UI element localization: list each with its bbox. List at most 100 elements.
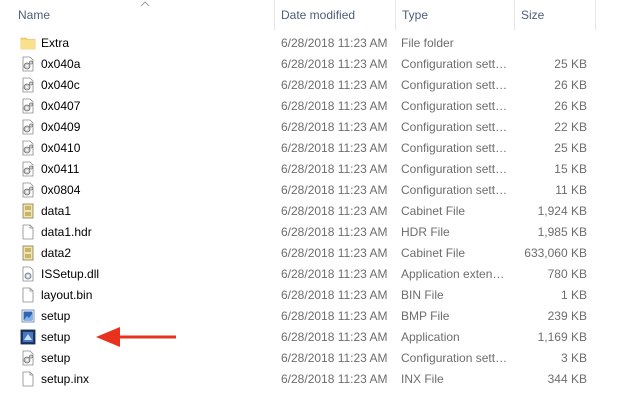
file-type: Configuration settings (401, 162, 509, 176)
config-file-icon (20, 350, 36, 366)
file-type: Configuration settings (401, 57, 509, 71)
file-size: 239 KB (547, 309, 587, 323)
file-date-modified: 6/28/2018 11:23 AM (281, 57, 388, 71)
file-size: 344 KB (547, 372, 587, 386)
file-row[interactable]: 0x040c 6/28/2018 11:23 AM Configuration se… (0, 75, 626, 96)
file-type: BIN File (401, 288, 444, 302)
file-row[interactable]: 0x0407 6/28/2018 11:23 AM Configuration se… (0, 96, 626, 117)
file-size: 3 KB (560, 351, 587, 365)
file-name: Extra (41, 36, 70, 50)
file-type: Configuration settings (401, 141, 509, 155)
config-file-icon (20, 140, 36, 156)
file-type: Configuration settings (401, 351, 509, 365)
generic-file-icon (20, 287, 36, 303)
file-date-modified: 6/28/2018 11:23 AM (281, 36, 388, 50)
generic-file-icon (20, 371, 36, 387)
file-date-modified: 6/28/2018 11:23 AM (281, 225, 388, 239)
file-size: 633,060 KB (524, 246, 587, 260)
cabinet-file-icon (20, 245, 36, 261)
file-size: 26 KB (554, 78, 587, 92)
file-size: 11 KB (555, 183, 587, 197)
file-size: 22 KB (554, 120, 587, 134)
folder-icon (20, 35, 36, 51)
file-date-modified: 6/28/2018 11:23 AM (281, 267, 388, 281)
file-row[interactable]: layout.bin 6/28/2018 11:23 AM BIN File 1 KB (0, 285, 626, 306)
column-header-type[interactable]: Type (396, 0, 514, 30)
column-header-size[interactable]: Size (515, 0, 595, 30)
file-date-modified: 6/28/2018 11:23 AM (281, 372, 388, 386)
file-name: data1.hdr (41, 225, 92, 239)
file-row[interactable]: 0x0409 6/28/2018 11:23 AM Configuration se… (0, 117, 626, 138)
file-date-modified: 6/28/2018 11:23 AM (281, 162, 388, 176)
file-name: layout.bin (41, 288, 93, 302)
file-date-modified: 6/28/2018 11:23 AM (281, 141, 388, 155)
file-size: 780 KB (547, 267, 587, 281)
file-size: 1 KB (560, 288, 587, 302)
file-type: Cabinet File (401, 204, 466, 218)
file-row[interactable]: Extra 6/28/2018 11:23 AM File folder (0, 33, 626, 54)
file-type: INX File (401, 372, 444, 386)
setup-app-icon (20, 329, 36, 345)
config-file-icon (20, 182, 36, 198)
file-name: 0x040a (41, 57, 81, 71)
file-size: 15 KB (554, 162, 587, 176)
file-row[interactable]: setup.inx 6/28/2018 11:23 AM INX File 344 K… (0, 369, 626, 390)
file-size: 26 KB (554, 99, 587, 113)
file-type: Configuration settings (401, 183, 509, 197)
file-name: data2 (41, 246, 72, 260)
file-type: Application (401, 330, 460, 344)
file-row[interactable]: data1.hdr 6/28/2018 11:23 AM HDR File 1,985… (0, 222, 626, 243)
column-header-bar: Name Date modified Type Size (0, 0, 626, 30)
file-type: Application extension (401, 267, 509, 281)
column-header-name[interactable]: Name (12, 0, 274, 30)
red-arrow-annotation (96, 327, 176, 347)
config-file-icon (20, 77, 36, 93)
file-name: ISSetup.dll (41, 267, 100, 281)
file-row[interactable]: 0x0410 6/28/2018 11:23 AM Configuration se… (0, 138, 626, 159)
file-name: setup (41, 351, 71, 365)
file-row[interactable]: 0x040a 6/28/2018 11:23 AM Configuration se… (0, 54, 626, 75)
file-row[interactable]: 0x0411 6/28/2018 11:23 AM Configuration se… (0, 159, 626, 180)
column-header-date-modified[interactable]: Date modified (275, 0, 395, 30)
file-name: setup (41, 330, 71, 344)
bmp-file-icon (20, 308, 36, 324)
file-name: data1 (41, 204, 72, 218)
config-file-icon (20, 161, 36, 177)
file-row[interactable]: data2 6/28/2018 11:23 AM Cabinet File 633,0… (0, 243, 626, 264)
file-row[interactable]: data1 6/28/2018 11:23 AM Cabinet File 1,924… (0, 201, 626, 222)
file-size: 25 KB (554, 141, 587, 155)
config-file-icon (20, 56, 36, 72)
file-date-modified: 6/28/2018 11:23 AM (281, 309, 388, 323)
file-type: Configuration settings (401, 99, 509, 113)
file-size: 1,924 KB (537, 204, 587, 218)
file-type: Configuration settings (401, 120, 509, 134)
file-row[interactable]: ISSetup.dll 6/28/2018 11:23 AM Application… (0, 264, 626, 285)
file-type: BMP File (401, 309, 450, 323)
file-name: 0x0409 (41, 120, 81, 134)
file-date-modified: 6/28/2018 11:23 AM (281, 99, 388, 113)
file-row[interactable]: setup 6/28/2018 11:23 AM Configuration set… (0, 348, 626, 369)
file-date-modified: 6/28/2018 11:23 AM (281, 246, 388, 260)
file-date-modified: 6/28/2018 11:23 AM (281, 183, 388, 197)
file-name: 0x0407 (41, 99, 81, 113)
file-date-modified: 6/28/2018 11:23 AM (281, 120, 388, 134)
config-file-icon (20, 119, 36, 135)
file-date-modified: 6/28/2018 11:23 AM (281, 78, 388, 92)
dll-file-icon (20, 266, 36, 282)
file-size: 25 KB (554, 57, 587, 71)
file-date-modified: 6/28/2018 11:23 AM (281, 330, 388, 344)
file-type: Cabinet File (401, 246, 466, 260)
cabinet-file-icon (20, 203, 36, 219)
file-name: 0x0804 (41, 183, 81, 197)
column-divider[interactable] (595, 0, 596, 30)
file-name: 0x040c (41, 78, 80, 92)
file-row[interactable]: setup 6/28/2018 11:23 AM BMP File 239 KB (0, 306, 626, 327)
file-name: setup (41, 309, 71, 323)
generic-file-icon (20, 224, 36, 240)
file-date-modified: 6/28/2018 11:23 AM (281, 204, 388, 218)
file-row[interactable]: 0x0804 6/28/2018 11:23 AM Configuration se… (0, 180, 626, 201)
file-name: setup.inx (41, 372, 90, 386)
file-size: 1,169 KB (537, 330, 587, 344)
file-date-modified: 6/28/2018 11:23 AM (281, 351, 388, 365)
file-name: 0x0410 (41, 141, 81, 155)
